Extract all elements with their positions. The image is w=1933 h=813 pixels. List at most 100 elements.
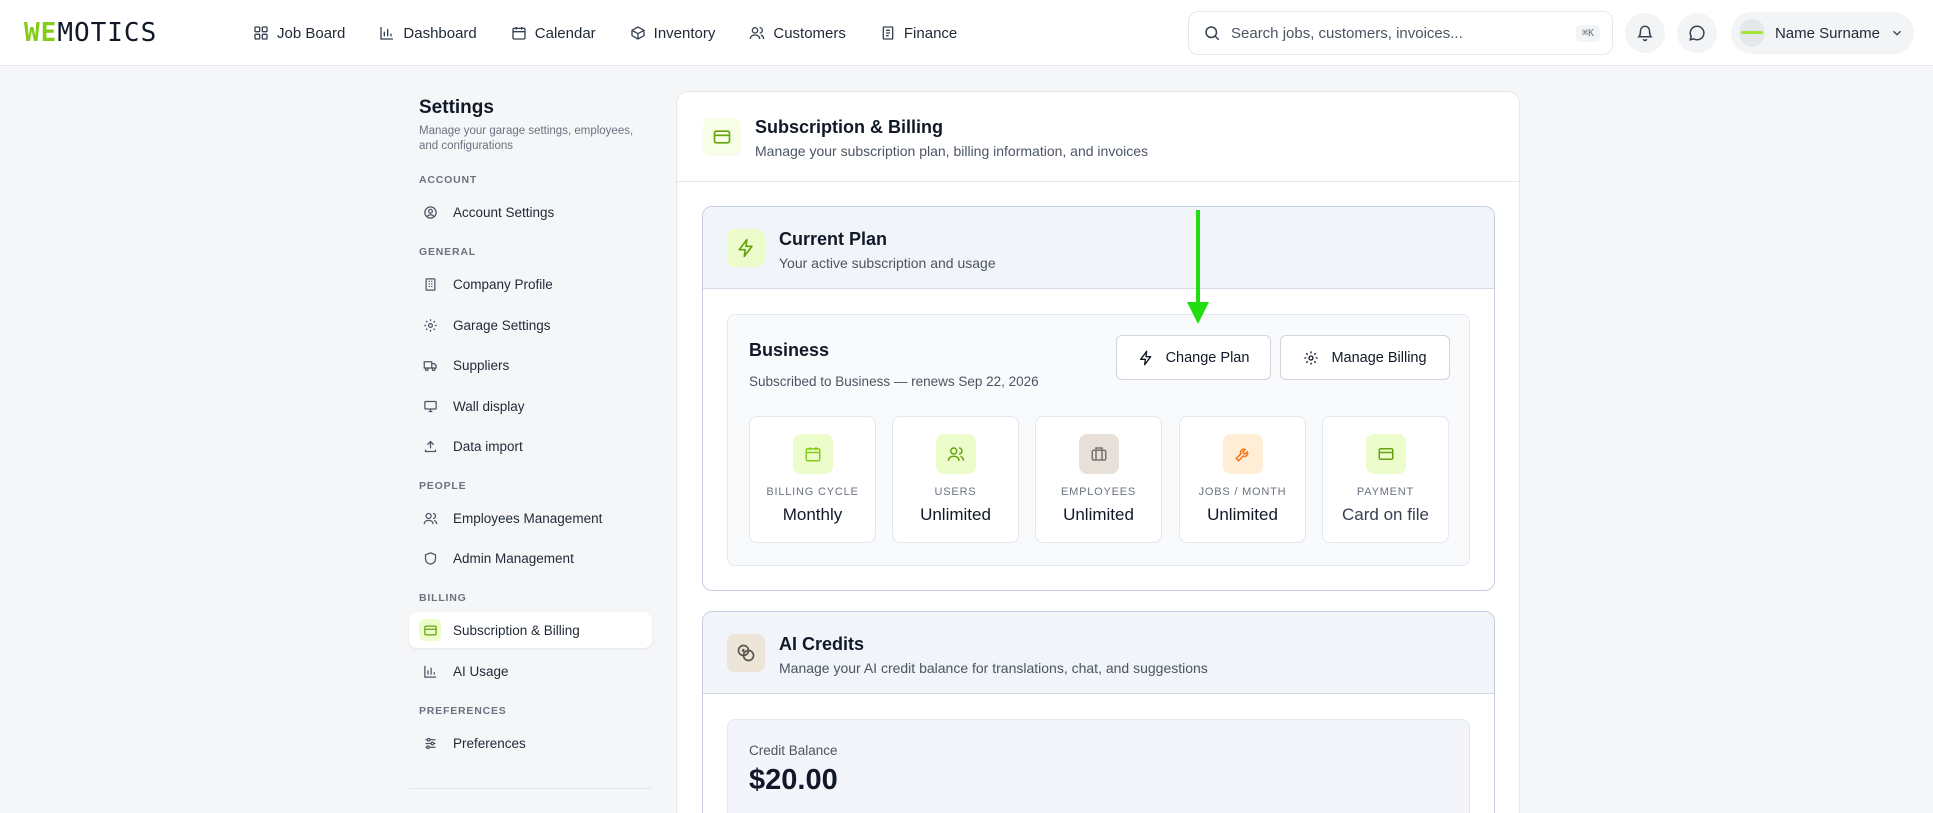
notifications-button[interactable] bbox=[1625, 13, 1665, 53]
calendar-icon bbox=[793, 434, 833, 474]
credit-balance-card: Credit Balance $20.00 bbox=[727, 719, 1470, 813]
nav-inventory[interactable]: Inventory bbox=[630, 20, 730, 46]
sidebar-item-employees-management[interactable]: Employees Management bbox=[409, 500, 652, 536]
search-input[interactable] bbox=[1231, 24, 1566, 42]
plan-details: Business Subscribed to Business — renews… bbox=[727, 314, 1470, 566]
sidebar-item-ai-usage[interactable]: AI Usage bbox=[409, 653, 652, 689]
credit-balance-label: Credit Balance bbox=[749, 743, 838, 758]
credit-card-icon bbox=[1366, 434, 1406, 474]
stat-value: Monthly bbox=[782, 505, 843, 524]
nav-job-board[interactable]: Job Board bbox=[253, 20, 359, 46]
wemotics-logo[interactable]: WE MOTICS bbox=[24, 18, 157, 48]
nav-label: Inventory bbox=[653, 24, 716, 42]
stat-billing-cycle: BILLING CYCLE Monthly bbox=[749, 416, 876, 543]
chevron-down-icon bbox=[1890, 26, 1904, 40]
bar-chart-icon bbox=[379, 25, 395, 41]
annotation-arrow-down-icon bbox=[1187, 210, 1209, 324]
gear-icon bbox=[419, 314, 441, 336]
section-label-billing: BILLING bbox=[419, 592, 467, 604]
avatar bbox=[1739, 19, 1765, 47]
bell-icon bbox=[1636, 24, 1654, 42]
sidebar-item-suppliers[interactable]: Suppliers bbox=[409, 347, 652, 383]
ai-credits-header: AI Credits Manage your AI credit balance… bbox=[703, 612, 1494, 694]
sliders-icon bbox=[419, 732, 441, 754]
stat-employees: EMPLOYEES Unlimited bbox=[1035, 416, 1162, 543]
briefcase-icon bbox=[1079, 434, 1119, 474]
sidebar-item-label: Data import bbox=[453, 438, 523, 454]
sidebar-item-label: Preferences bbox=[453, 735, 526, 751]
plan-renewal-text: Subscribed to Business — renews Sep 22, … bbox=[749, 374, 1039, 389]
stat-label: USERS bbox=[934, 486, 977, 498]
main-nav: Job Board Dashboard Calendar Inventory C… bbox=[253, 20, 971, 46]
section-label-account: ACCOUNT bbox=[419, 174, 478, 186]
sidebar-item-label: Garage Settings bbox=[453, 317, 551, 333]
nav-dashboard[interactable]: Dashboard bbox=[379, 20, 490, 46]
change-plan-button[interactable]: Change Plan bbox=[1116, 335, 1271, 380]
user-name: Name Surname bbox=[1774, 24, 1880, 42]
sidebar-item-admin-management[interactable]: Admin Management bbox=[409, 540, 652, 576]
logo-text-accent: WE bbox=[24, 18, 58, 48]
subscription-billing-card: Subscription & Billing Manage your subsc… bbox=[676, 91, 1520, 813]
sidebar-item-garage-settings[interactable]: Garage Settings bbox=[409, 307, 652, 343]
calendar-icon bbox=[511, 25, 527, 41]
grid-icon bbox=[253, 25, 269, 41]
logo-text: MOTICS bbox=[57, 18, 158, 48]
sidebar-item-wall-display[interactable]: Wall display bbox=[409, 388, 652, 424]
sidebar-item-subscription-billing[interactable]: Subscription & Billing bbox=[409, 612, 652, 648]
nav-calendar[interactable]: Calendar bbox=[511, 20, 610, 46]
truck-icon bbox=[419, 354, 441, 376]
stat-value: Unlimited bbox=[920, 505, 991, 524]
nav-label: Finance bbox=[903, 24, 958, 42]
sidebar-title: Settings bbox=[419, 97, 494, 118]
global-search[interactable]: ⌘K bbox=[1188, 11, 1613, 55]
nav-finance[interactable]: Finance bbox=[880, 20, 971, 46]
ai-credits-subtitle: Manage your AI credit balance for transl… bbox=[779, 660, 1208, 676]
users-icon bbox=[419, 507, 441, 529]
stat-value: Card on file bbox=[1342, 505, 1429, 524]
nav-customers[interactable]: Customers bbox=[749, 20, 860, 46]
button-label: Manage Billing bbox=[1331, 349, 1427, 366]
stat-label: JOBS / MONTH bbox=[1198, 486, 1287, 498]
wrench-icon bbox=[1223, 434, 1263, 474]
sidebar-item-label: Company Profile bbox=[453, 276, 553, 292]
sidebar-item-preferences[interactable]: Preferences bbox=[409, 725, 652, 761]
stat-value: Unlimited bbox=[1063, 505, 1134, 524]
stat-label: BILLING CYCLE bbox=[766, 486, 859, 498]
section-label-preferences: PREFERENCES bbox=[419, 705, 507, 717]
users-icon bbox=[936, 434, 976, 474]
receipt-icon bbox=[880, 25, 896, 41]
lightning-icon bbox=[1138, 350, 1154, 366]
current-plan-subtitle: Your active subscription and usage bbox=[779, 255, 996, 271]
sidebar-divider bbox=[409, 788, 652, 789]
search-icon bbox=[1203, 24, 1221, 42]
manage-billing-button[interactable]: Manage Billing bbox=[1280, 335, 1450, 380]
users-icon bbox=[749, 25, 765, 41]
messages-button[interactable] bbox=[1677, 13, 1717, 53]
user-menu[interactable]: Name Surname bbox=[1731, 12, 1914, 54]
lightning-icon bbox=[727, 229, 765, 267]
sidebar-item-label: Subscription & Billing bbox=[453, 622, 580, 638]
current-plan-title: Current Plan bbox=[779, 229, 888, 249]
shield-icon bbox=[419, 547, 441, 569]
sidebar-item-company-profile[interactable]: Company Profile bbox=[409, 266, 652, 302]
sidebar-item-account-settings[interactable]: Account Settings bbox=[409, 194, 652, 230]
sidebar-item-label: Wall display bbox=[453, 398, 525, 414]
sidebar-item-label: Employees Management bbox=[453, 510, 603, 526]
nav-label: Dashboard bbox=[403, 24, 477, 42]
ai-credits-title: AI Credits bbox=[779, 634, 865, 654]
page-subtitle: Manage your subscription plan, billing i… bbox=[755, 143, 1148, 159]
upload-icon bbox=[419, 435, 441, 457]
sidebar-item-label: AI Usage bbox=[453, 663, 509, 679]
sidebar-item-label: Account Settings bbox=[453, 204, 555, 220]
building-icon bbox=[419, 273, 441, 295]
nav-label: Job Board bbox=[277, 24, 346, 42]
section-label-general: GENERAL bbox=[419, 246, 476, 258]
monitor-icon bbox=[419, 395, 441, 417]
credit-card-icon bbox=[419, 619, 441, 641]
bar-chart-icon bbox=[419, 660, 441, 682]
button-label: Change Plan bbox=[1165, 349, 1250, 366]
user-circle-icon bbox=[419, 201, 441, 223]
credit-balance-value: $20.00 bbox=[749, 764, 838, 796]
sidebar-item-data-import[interactable]: Data import bbox=[409, 428, 652, 464]
sidebar-item-label: Admin Management bbox=[453, 550, 574, 566]
